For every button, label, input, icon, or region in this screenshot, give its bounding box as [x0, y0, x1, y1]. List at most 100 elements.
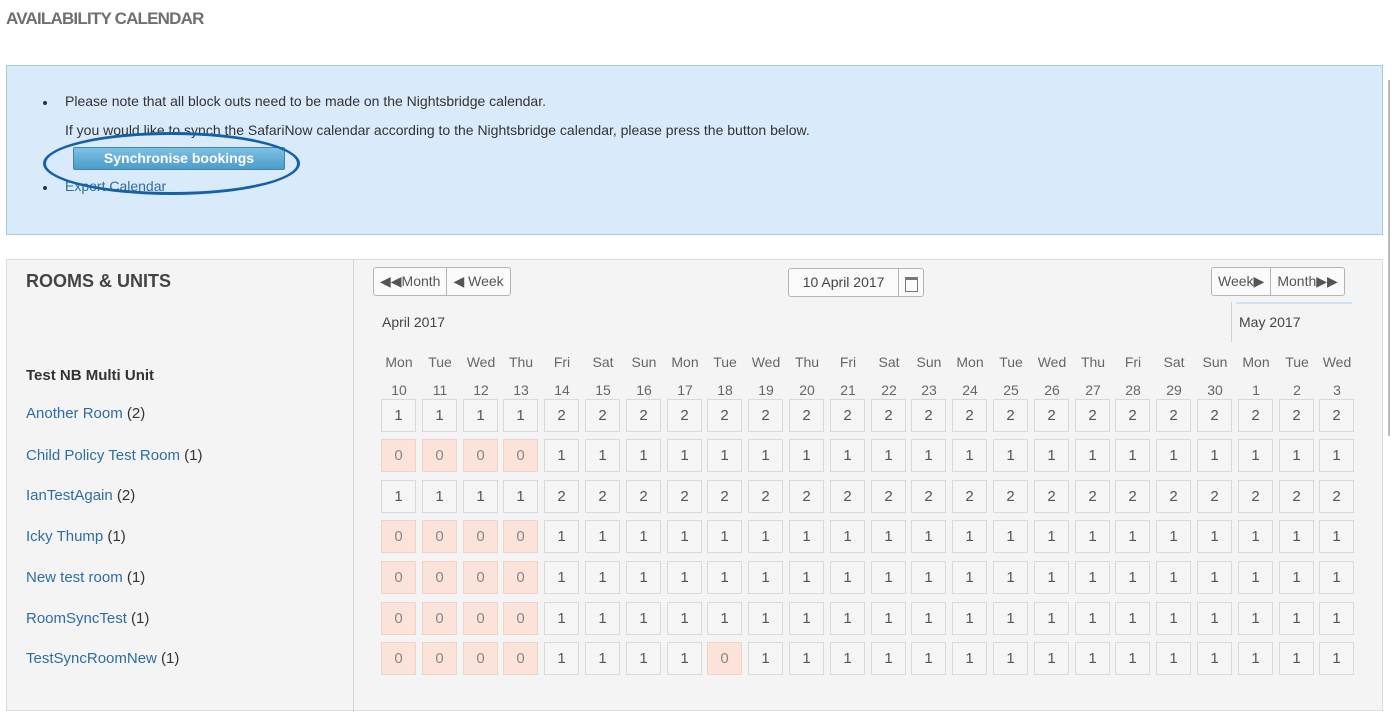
- availability-cell[interactable]: 0: [463, 642, 498, 675]
- availability-cell[interactable]: 1: [503, 480, 538, 513]
- availability-cell[interactable]: 1: [748, 561, 783, 594]
- availability-cell[interactable]: 1: [707, 439, 742, 472]
- availability-cell[interactable]: 1: [993, 561, 1028, 594]
- availability-cell[interactable]: 1: [422, 399, 457, 432]
- availability-cell[interactable]: 1: [952, 602, 987, 635]
- availability-cell[interactable]: 1: [381, 480, 416, 513]
- availability-cell[interactable]: 0: [381, 520, 416, 553]
- availability-cell[interactable]: 0: [381, 561, 416, 594]
- availability-cell[interactable]: 2: [544, 399, 579, 432]
- availability-cell[interactable]: 1: [830, 561, 865, 594]
- availability-cell[interactable]: 2: [1197, 399, 1232, 432]
- availability-cell[interactable]: 1: [1319, 520, 1354, 553]
- availability-cell[interactable]: 0: [463, 561, 498, 594]
- availability-cell[interactable]: 0: [707, 642, 742, 675]
- availability-cell[interactable]: 1: [1279, 642, 1314, 675]
- availability-cell[interactable]: 0: [463, 520, 498, 553]
- availability-cell[interactable]: 2: [748, 399, 783, 432]
- availability-cell[interactable]: 2: [952, 399, 987, 432]
- availability-cell[interactable]: 1: [1319, 439, 1354, 472]
- availability-cell[interactable]: 1: [667, 520, 702, 553]
- availability-cell[interactable]: 1: [626, 602, 661, 635]
- availability-cell[interactable]: 2: [1279, 480, 1314, 513]
- room-link[interactable]: Another Room: [26, 405, 123, 422]
- availability-cell[interactable]: 1: [871, 520, 906, 553]
- availability-cell[interactable]: 2: [544, 480, 579, 513]
- availability-cell[interactable]: 1: [626, 520, 661, 553]
- availability-cell[interactable]: 1: [993, 602, 1028, 635]
- availability-cell[interactable]: 1: [707, 602, 742, 635]
- availability-cell[interactable]: 1: [1115, 561, 1150, 594]
- availability-cell[interactable]: 1: [1197, 602, 1232, 635]
- availability-cell[interactable]: 1: [1115, 520, 1150, 553]
- availability-cell[interactable]: 1: [1197, 520, 1232, 553]
- availability-cell[interactable]: 1: [1279, 602, 1314, 635]
- room-link[interactable]: Icky Thump: [26, 528, 103, 545]
- availability-cell[interactable]: 2: [667, 399, 702, 432]
- availability-cell[interactable]: 1: [1115, 642, 1150, 675]
- availability-cell[interactable]: 1: [1197, 561, 1232, 594]
- room-link[interactable]: TestSyncRoomNew: [26, 650, 157, 667]
- availability-cell[interactable]: 1: [1238, 642, 1273, 675]
- availability-cell[interactable]: 1: [626, 561, 661, 594]
- availability-cell[interactable]: 1: [1197, 439, 1232, 472]
- availability-cell[interactable]: 2: [1238, 480, 1273, 513]
- availability-cell[interactable]: 2: [993, 399, 1028, 432]
- availability-cell[interactable]: 1: [707, 561, 742, 594]
- availability-cell[interactable]: 1: [871, 602, 906, 635]
- availability-cell[interactable]: 2: [626, 399, 661, 432]
- availability-cell[interactable]: 1: [871, 642, 906, 675]
- availability-cell[interactable]: 1: [789, 602, 824, 635]
- availability-cell[interactable]: 2: [1319, 399, 1354, 432]
- availability-cell[interactable]: 1: [544, 520, 579, 553]
- availability-cell[interactable]: 1: [667, 439, 702, 472]
- availability-cell[interactable]: 1: [1075, 602, 1110, 635]
- availability-cell[interactable]: 1: [993, 642, 1028, 675]
- availability-cell[interactable]: 1: [1319, 642, 1354, 675]
- availability-cell[interactable]: 1: [463, 480, 498, 513]
- availability-cell[interactable]: 2: [1115, 399, 1150, 432]
- availability-cell[interactable]: 1: [1075, 520, 1110, 553]
- availability-cell[interactable]: 1: [789, 561, 824, 594]
- availability-cell[interactable]: 1: [993, 439, 1028, 472]
- availability-cell[interactable]: 1: [585, 602, 620, 635]
- availability-cell[interactable]: 1: [1238, 520, 1273, 553]
- availability-cell[interactable]: 1: [585, 642, 620, 675]
- availability-cell[interactable]: 2: [1115, 480, 1150, 513]
- availability-cell[interactable]: 2: [626, 480, 661, 513]
- availability-cell[interactable]: 1: [911, 439, 946, 472]
- availability-cell[interactable]: 1: [1279, 520, 1314, 553]
- availability-cell[interactable]: 1: [871, 439, 906, 472]
- availability-cell[interactable]: 2: [952, 480, 987, 513]
- availability-cell[interactable]: 1: [911, 602, 946, 635]
- availability-cell[interactable]: 1: [667, 642, 702, 675]
- availability-cell[interactable]: 1: [1319, 561, 1354, 594]
- availability-cell[interactable]: 1: [1156, 602, 1191, 635]
- availability-cell[interactable]: 1: [1238, 439, 1273, 472]
- availability-cell[interactable]: 1: [911, 520, 946, 553]
- availability-cell[interactable]: 0: [422, 439, 457, 472]
- export-calendar-link[interactable]: Export Calendar: [65, 178, 166, 194]
- availability-cell[interactable]: 1: [1156, 439, 1191, 472]
- availability-cell[interactable]: 2: [911, 480, 946, 513]
- availability-cell[interactable]: 2: [1034, 480, 1069, 513]
- availability-cell[interactable]: 2: [748, 480, 783, 513]
- availability-cell[interactable]: 1: [1156, 642, 1191, 675]
- availability-cell[interactable]: 1: [1279, 561, 1314, 594]
- availability-cell[interactable]: 2: [667, 480, 702, 513]
- room-link[interactable]: RoomSyncTest: [26, 610, 127, 627]
- availability-cell[interactable]: 1: [1075, 561, 1110, 594]
- availability-cell[interactable]: 0: [422, 642, 457, 675]
- availability-cell[interactable]: 1: [381, 399, 416, 432]
- availability-cell[interactable]: 1: [1075, 439, 1110, 472]
- availability-cell[interactable]: 2: [585, 480, 620, 513]
- availability-cell[interactable]: 1: [1034, 561, 1069, 594]
- availability-cell[interactable]: 1: [1238, 561, 1273, 594]
- availability-cell[interactable]: 2: [1156, 399, 1191, 432]
- availability-cell[interactable]: 1: [626, 642, 661, 675]
- availability-cell[interactable]: 0: [381, 439, 416, 472]
- availability-cell[interactable]: 1: [830, 439, 865, 472]
- availability-cell[interactable]: 1: [503, 399, 538, 432]
- availability-cell[interactable]: 1: [911, 561, 946, 594]
- room-link[interactable]: Child Policy Test Room: [26, 447, 180, 464]
